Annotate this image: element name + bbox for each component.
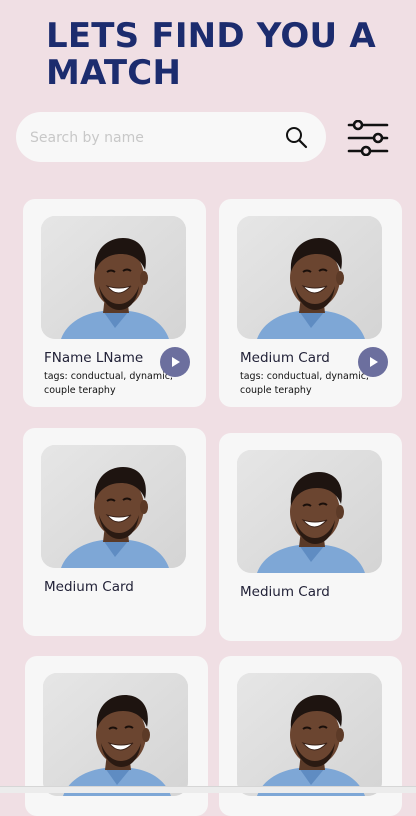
card-name: Medium Card <box>240 584 330 600</box>
page-title: LETS FIND YOU A MATCH <box>46 16 376 93</box>
card-name: FName LName <box>44 350 144 366</box>
card-name: Medium Card <box>240 350 330 366</box>
profile-photo <box>237 673 382 796</box>
match-card[interactable]: Medium Card <box>219 433 402 641</box>
card-tags: tags: conductual, dynamic, couple teraph… <box>44 371 173 396</box>
match-card[interactable]: Medium Card <box>23 428 206 636</box>
match-card[interactable]: FName LName tags: conductual, dynamic, c… <box>23 199 206 407</box>
search-icon[interactable] <box>284 125 308 149</box>
profile-photo <box>41 216 186 339</box>
filter-sliders-icon[interactable] <box>347 120 389 156</box>
play-icon <box>172 357 180 367</box>
play-button[interactable] <box>160 347 190 377</box>
profile-photo <box>43 673 188 796</box>
profile-photo <box>237 450 382 573</box>
card-tags: tags: conductual, dynamic, couple teraph… <box>240 371 369 396</box>
match-card[interactable]: Medium Card tags: conductual, dynamic, c… <box>219 199 402 407</box>
search-bar[interactable] <box>16 112 326 164</box>
search-input[interactable] <box>28 112 282 164</box>
card-name: Medium Card <box>44 579 134 595</box>
play-button[interactable] <box>358 347 388 377</box>
profile-photo <box>41 445 186 568</box>
play-icon <box>370 357 378 367</box>
profile-photo <box>237 216 382 339</box>
